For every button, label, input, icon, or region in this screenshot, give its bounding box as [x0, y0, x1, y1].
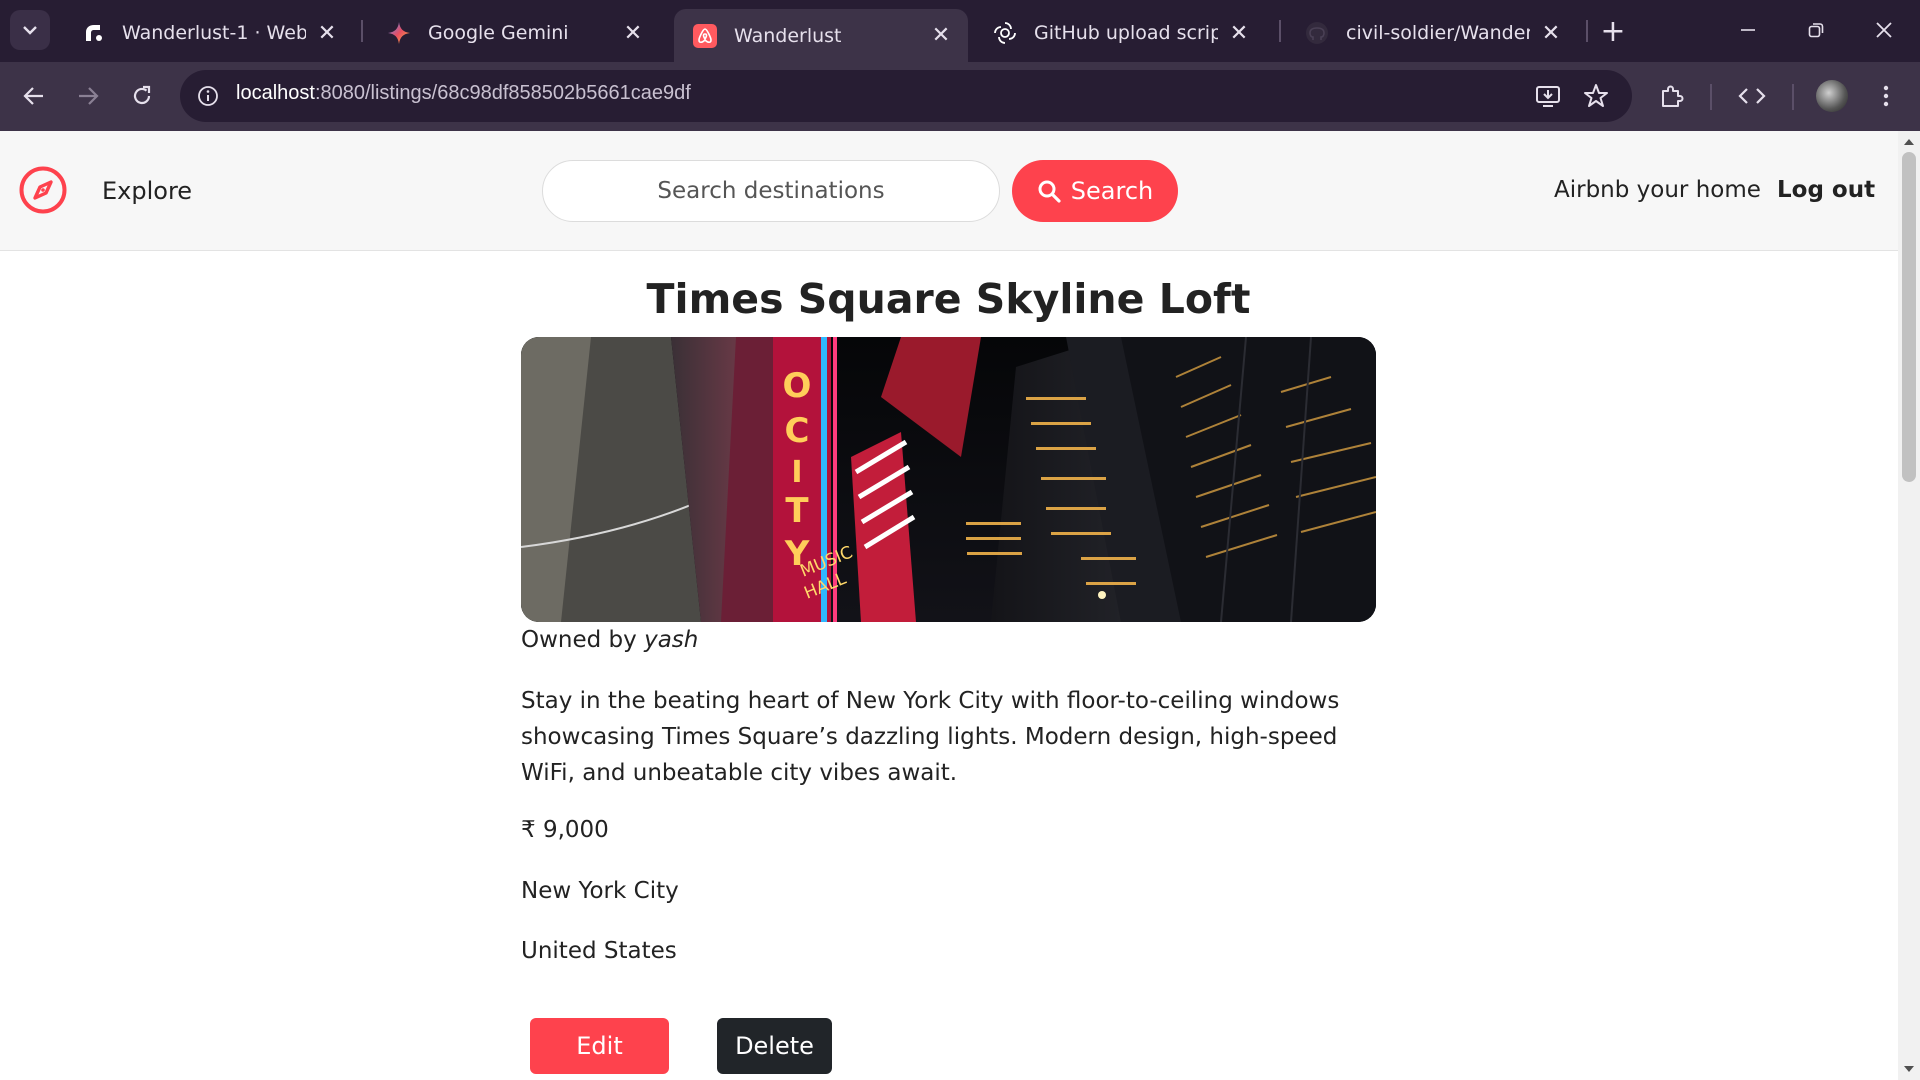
forward-button[interactable]: [68, 76, 108, 116]
compass-icon[interactable]: [18, 165, 68, 215]
sign-letter-i: I: [791, 455, 802, 490]
minimize-icon: [1741, 29, 1755, 31]
tab-chatgpt[interactable]: GitHub upload script ✕: [974, 8, 1266, 58]
url-text[interactable]: localhost:8080/listings/68c98df858502b56…: [236, 82, 691, 105]
restore-icon: [1808, 23, 1824, 38]
site-info-button[interactable]: [192, 80, 224, 112]
delete-button[interactable]: Delete: [717, 1018, 832, 1074]
owner-prefix: Owned by: [521, 627, 637, 653]
star-icon: [1584, 84, 1608, 107]
chatgpt-icon: [992, 20, 1018, 46]
search-input[interactable]: [542, 160, 1000, 222]
close-tab-icon[interactable]: ✕: [314, 20, 340, 46]
restore-button[interactable]: [1794, 10, 1838, 50]
tab-title: GitHub upload script: [1034, 22, 1218, 44]
search-button-label: Search: [1070, 177, 1154, 205]
bookmark-button[interactable]: [1578, 78, 1614, 114]
listing-country: United States: [521, 938, 677, 964]
toolbar-separator: [1710, 84, 1712, 110]
profile-avatar[interactable]: [1816, 80, 1848, 112]
triangle-up-icon: [1904, 139, 1914, 145]
browser-menu-button[interactable]: [1868, 78, 1904, 114]
tab-separator: [1279, 20, 1281, 42]
toolbar-separator: [1792, 84, 1794, 110]
install-app-button[interactable]: [1530, 78, 1566, 114]
listing-image: O C I T Y MUSIC HALL: [521, 337, 1376, 622]
arrow-left-icon: [23, 87, 43, 105]
logout-link[interactable]: Log out: [1777, 177, 1875, 203]
extensions-button[interactable]: [1654, 78, 1690, 114]
tab-separator: [1586, 20, 1588, 42]
url-host: localhost: [236, 82, 315, 104]
page-viewport: Explore Search Airbnb your home Log out …: [0, 131, 1898, 1080]
chevron-down-icon: [23, 26, 37, 35]
sign-letter-c: C: [785, 411, 810, 451]
search-icon: [1038, 180, 1061, 203]
tab-render[interactable]: Wanderlust-1 · Web Serv ✕: [62, 8, 354, 58]
tab-search-button[interactable]: [10, 10, 50, 50]
close-window-button[interactable]: [1862, 10, 1906, 50]
tab-title: Google Gemini: [428, 22, 569, 44]
sign-letter-o: O: [783, 366, 812, 406]
sign-letter-t: T: [785, 491, 809, 531]
owner-name: yash: [644, 627, 699, 653]
site-navbar: Explore Search Airbnb your home Log out: [0, 131, 1898, 251]
triangle-down-icon: [1904, 1066, 1914, 1072]
reload-icon: [133, 85, 151, 105]
info-icon: [198, 86, 218, 106]
close-icon: [1876, 22, 1892, 38]
airbnb-icon: [692, 23, 718, 49]
close-tab-icon[interactable]: ✕: [1538, 20, 1564, 46]
reload-button[interactable]: [122, 76, 162, 116]
tab-title: civil-soldier/Wanderlust: [1346, 22, 1530, 44]
tab-title: Wanderlust: [734, 24, 842, 47]
close-tab-icon[interactable]: ✕: [620, 20, 646, 46]
close-tab-icon[interactable]: ✕: [1226, 20, 1252, 46]
tab-title: Wanderlust-1 · Web Serv: [122, 22, 306, 44]
render-icon: [80, 20, 106, 46]
install-icon: [1536, 86, 1560, 107]
airbnb-your-home-link[interactable]: Airbnb your home: [1554, 177, 1761, 203]
edit-button[interactable]: Edit: [530, 1018, 669, 1074]
listing-description: Stay in the beating heart of New York Ci…: [521, 688, 1340, 786]
tab-github[interactable]: civil-soldier/Wanderlust ✕: [1286, 8, 1578, 58]
browser-tab-strip: Wanderlust-1 · Web Serv ✕ Google Gemini …: [0, 0, 1920, 62]
puzzle-icon: [1662, 85, 1684, 107]
github-icon: [1304, 20, 1330, 46]
gemini-icon: [386, 20, 412, 46]
explore-link[interactable]: Explore: [102, 177, 192, 205]
tab-wanderlust[interactable]: Wanderlust ✕: [674, 9, 968, 62]
close-tab-icon[interactable]: ✕: [928, 23, 954, 49]
minimize-button[interactable]: [1726, 10, 1770, 50]
times-square-photo: O C I T Y MUSIC HALL: [521, 337, 1376, 622]
tab-separator: [361, 20, 363, 42]
devtools-button[interactable]: [1734, 78, 1770, 114]
scrollbar-thumb[interactable]: [1902, 152, 1916, 482]
scroll-up-arrow[interactable]: [1901, 135, 1917, 149]
back-button[interactable]: [14, 76, 54, 116]
more-vertical-icon: [1883, 85, 1889, 107]
code-icon: [1738, 88, 1766, 104]
arrow-right-icon: [79, 87, 99, 105]
listing-title: Times Square Skyline Loft: [646, 275, 1251, 323]
search-button[interactable]: Search: [1012, 160, 1178, 222]
url-path: :8080/listings/68c98df858502b5661cae9df: [314, 82, 691, 104]
listing-location: New York City: [521, 878, 679, 904]
tab-gemini[interactable]: Google Gemini ✕: [368, 8, 660, 58]
new-tab-button[interactable]: +: [1596, 14, 1630, 49]
listing-price: ₹ 9,000: [521, 817, 609, 843]
scroll-down-arrow[interactable]: [1901, 1062, 1917, 1076]
owner-line: Owned by yash: [521, 627, 698, 653]
